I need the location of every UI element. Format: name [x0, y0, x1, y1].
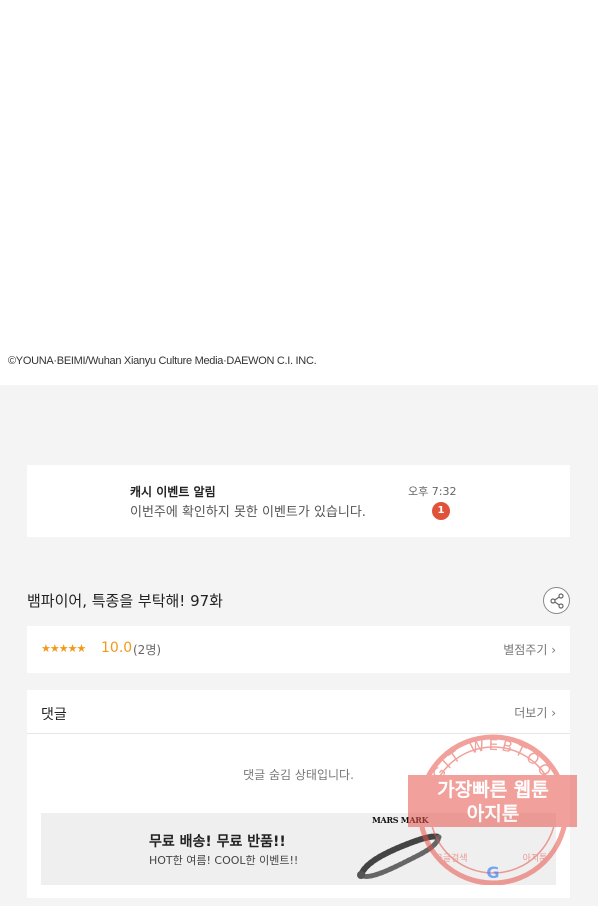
- notification-title: 캐시 이벤트 알림: [130, 485, 216, 499]
- notification-badge: 1: [432, 502, 450, 520]
- notification-time: 오후 7:32: [408, 485, 457, 498]
- watermark-left-small: 구글검색: [434, 852, 467, 864]
- comments-title: 댓글: [41, 707, 67, 723]
- rating-count: (2명): [133, 643, 162, 657]
- ad-title: 무료 배송! 무료 반품!!: [149, 834, 286, 850]
- watermark-right-small: 아지툰: [523, 853, 548, 864]
- episode-title: 뱀파이어, 특종을 부탁해! 97화: [27, 592, 223, 610]
- google-icon: G: [486, 863, 499, 882]
- copyright-text: ©YOUNA·BEIMI/Wuhan Xianyu Culture Media·…: [8, 355, 317, 367]
- share-icon: [550, 593, 564, 609]
- rating-bar: ★★★★★ 10.0 (2명) 별점주기 ›: [27, 626, 570, 673]
- webtoon-image-area: ©YOUNA·BEIMI/Wuhan Xianyu Culture Media·…: [0, 0, 598, 385]
- star-rating-icons: ★★★★★: [41, 642, 86, 655]
- ad-subtitle: HOT한 여름! COOL한 이벤트!!: [149, 854, 299, 867]
- watermark-stamp: AGIT WEBTOON 가장빠른 웹툰 아지툰 구글검색 아지툰 G: [408, 734, 577, 885]
- share-button[interactable]: [543, 587, 570, 614]
- event-notification[interactable]: 캐시 이벤트 알림 이번주에 확인하지 못한 이벤트가 있습니다. 오후 7:3…: [27, 465, 570, 537]
- rate-button[interactable]: 별점주기 ›: [503, 641, 556, 658]
- watermark-line2: 아지툰: [467, 803, 519, 825]
- notification-body: 이번주에 확인하지 못한 이벤트가 있습니다.: [130, 505, 366, 520]
- rating-score: 10.0: [101, 640, 133, 656]
- watermark-line1: 가장빠른 웹툰: [437, 779, 549, 801]
